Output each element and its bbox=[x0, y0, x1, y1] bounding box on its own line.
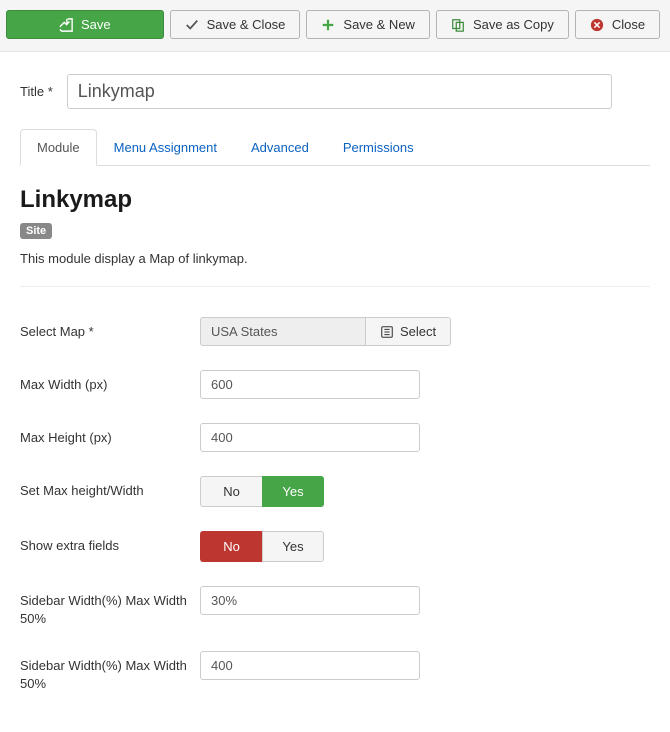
close-button[interactable]: Close bbox=[575, 10, 660, 39]
tab-module[interactable]: Module bbox=[20, 129, 97, 166]
select-map-label: Select Map * bbox=[20, 317, 200, 341]
close-label: Close bbox=[612, 17, 645, 32]
toolbar: Save Save & Close Save & New Save as Cop… bbox=[0, 0, 670, 52]
save-copy-label: Save as Copy bbox=[473, 17, 554, 32]
select-map-button-label: Select bbox=[400, 324, 436, 339]
title-row: Title * bbox=[20, 74, 650, 109]
show-extra-yes[interactable]: Yes bbox=[262, 531, 324, 562]
set-max-label: Set Max height/Width bbox=[20, 476, 200, 500]
module-heading: Linkymap bbox=[20, 186, 650, 214]
tabs: Module Menu Assignment Advanced Permissi… bbox=[20, 129, 650, 166]
show-extra-toggle: No Yes bbox=[200, 531, 324, 562]
close-icon bbox=[590, 18, 604, 32]
title-input[interactable] bbox=[67, 74, 612, 109]
max-height-label: Max Height (px) bbox=[20, 423, 200, 447]
plus-icon bbox=[321, 18, 335, 32]
tab-advanced[interactable]: Advanced bbox=[234, 129, 326, 165]
list-icon bbox=[380, 325, 394, 339]
max-width-input[interactable] bbox=[200, 370, 420, 399]
max-width-label: Max Width (px) bbox=[20, 370, 200, 394]
set-max-yes[interactable]: Yes bbox=[262, 476, 324, 507]
save-close-label: Save & Close bbox=[207, 17, 286, 32]
set-max-no[interactable]: No bbox=[200, 476, 262, 507]
save-label: Save bbox=[81, 17, 111, 32]
save-copy-button[interactable]: Save as Copy bbox=[436, 10, 569, 39]
sidebar-width-pct-input[interactable] bbox=[200, 586, 420, 615]
max-height-input[interactable] bbox=[200, 423, 420, 452]
sidebar-width-px-input[interactable] bbox=[200, 651, 420, 680]
sidebar-width-px-label: Sidebar Width(%) Max Width 50% bbox=[20, 651, 200, 692]
set-max-toggle: No Yes bbox=[200, 476, 324, 507]
save-close-button[interactable]: Save & Close bbox=[170, 10, 301, 39]
save-new-label: Save & New bbox=[343, 17, 415, 32]
check-icon bbox=[185, 18, 199, 32]
sidebar-width-pct-label: Sidebar Width(%) Max Width 50% bbox=[20, 586, 200, 627]
module-description: This module display a Map of linkymap. bbox=[20, 251, 650, 266]
site-badge: Site bbox=[20, 223, 52, 239]
title-label: Title * bbox=[20, 84, 53, 99]
show-extra-label: Show extra fields bbox=[20, 531, 200, 555]
content-area: Title * Module Menu Assignment Advanced … bbox=[0, 52, 670, 732]
copy-icon bbox=[451, 18, 465, 32]
divider bbox=[20, 286, 650, 287]
save-icon bbox=[59, 18, 73, 32]
tab-permissions[interactable]: Permissions bbox=[326, 129, 431, 165]
select-map-value bbox=[200, 317, 365, 346]
save-button[interactable]: Save bbox=[6, 10, 164, 39]
save-new-button[interactable]: Save & New bbox=[306, 10, 430, 39]
tab-menu-assignment[interactable]: Menu Assignment bbox=[97, 129, 234, 165]
show-extra-no[interactable]: No bbox=[200, 531, 262, 562]
select-map-button[interactable]: Select bbox=[365, 317, 451, 346]
